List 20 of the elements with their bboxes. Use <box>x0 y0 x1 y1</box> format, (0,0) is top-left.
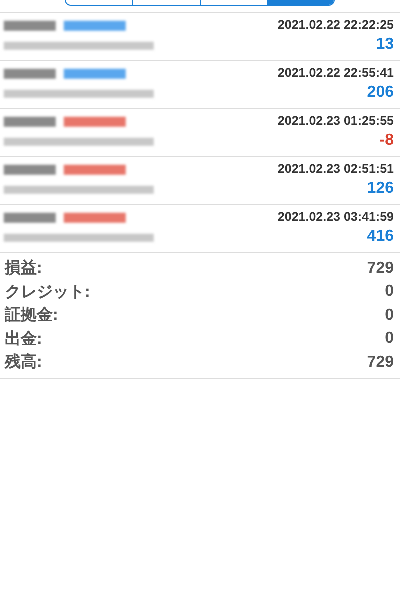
trade-profit: -8 <box>380 132 394 151</box>
summary-label: クレジット: <box>5 282 90 303</box>
summary-value: 729 <box>367 354 394 372</box>
summary-label: 証拠金: <box>5 305 58 326</box>
trade-profit: 206 <box>367 84 394 103</box>
trade-time: 2021.02.23 03:41:59 <box>278 210 394 226</box>
trade-time: 2021.02.23 01:25:55 <box>278 114 394 130</box>
trade-profit: 416 <box>367 228 394 247</box>
trade-time: 2021.02.23 02:51:51 <box>278 162 394 178</box>
summary-label: 出金: <box>5 330 42 350</box>
trade-time: 2021.02.22 22:55:41 <box>278 66 394 82</box>
trade-profit: 13 <box>376 36 394 55</box>
summary-value: 0 <box>385 330 394 348</box>
summary-label: 損益: <box>5 258 42 280</box>
trade-time: 2021.02.22 22:22:25 <box>278 18 394 34</box>
summary-value: 0 <box>385 306 394 325</box>
trade-profit: 126 <box>367 180 394 199</box>
summary-label: 残高: <box>5 352 42 374</box>
summary-value: 0 <box>385 283 394 302</box>
summary-value: 729 <box>367 260 394 278</box>
